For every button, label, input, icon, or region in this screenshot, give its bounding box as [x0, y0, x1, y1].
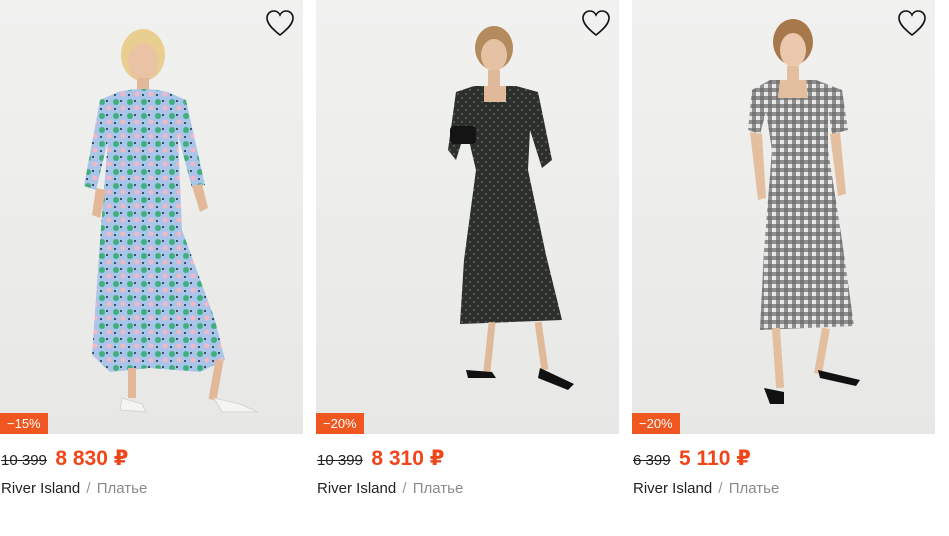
heart-outline-icon [898, 10, 926, 37]
favorite-button[interactable] [897, 9, 927, 37]
new-price: 5 110 ₽ [679, 447, 751, 470]
product-meta: River Island / Платье [633, 480, 779, 497]
product-meta: River Island / Платье [1, 480, 147, 497]
favorite-button[interactable] [265, 9, 295, 37]
brand-name[interactable]: River Island [1, 480, 80, 497]
product-meta: River Island / Платье [317, 480, 463, 497]
category-name[interactable]: Платье [729, 480, 780, 497]
product-card[interactable]: −15% 10 399 8 830 ₽ River Island / Плать… [0, 0, 303, 510]
price-row: 6 399 5 110 ₽ [633, 446, 751, 472]
price-row: 10 399 8 310 ₽ [317, 446, 444, 472]
heart-outline-icon [266, 10, 294, 37]
product-photo[interactable]: −20% [316, 0, 619, 434]
model-illustration [748, 19, 860, 404]
meta-separator: / [86, 480, 91, 497]
product-card[interactable]: −20% 6 399 5 110 ₽ River Island / Платье [632, 0, 935, 510]
meta-separator: / [402, 480, 407, 497]
product-photo[interactable]: −20% [632, 0, 935, 434]
old-price: 6 399 [633, 452, 671, 469]
product-card[interactable]: −20% 10 399 8 310 ₽ River Island / Плать… [316, 0, 619, 510]
heart-outline-icon [582, 10, 610, 37]
discount-badge: −15% [0, 413, 48, 434]
model-illustration [448, 26, 574, 390]
discount-badge: −20% [316, 413, 364, 434]
price-row: 10 399 8 830 ₽ [1, 446, 128, 472]
old-price: 10 399 [317, 452, 363, 469]
model-illustration [84, 29, 259, 413]
brand-name[interactable]: River Island [317, 480, 396, 497]
product-photo[interactable]: −15% [0, 0, 303, 434]
discount-badge: −20% [632, 413, 680, 434]
brand-name[interactable]: River Island [633, 480, 712, 497]
new-price: 8 830 ₽ [55, 447, 129, 470]
category-name[interactable]: Платье [413, 480, 464, 497]
favorite-button[interactable] [581, 9, 611, 37]
old-price: 10 399 [1, 452, 47, 469]
new-price: 8 310 ₽ [371, 447, 445, 470]
meta-separator: / [718, 480, 723, 497]
category-name[interactable]: Платье [97, 480, 148, 497]
